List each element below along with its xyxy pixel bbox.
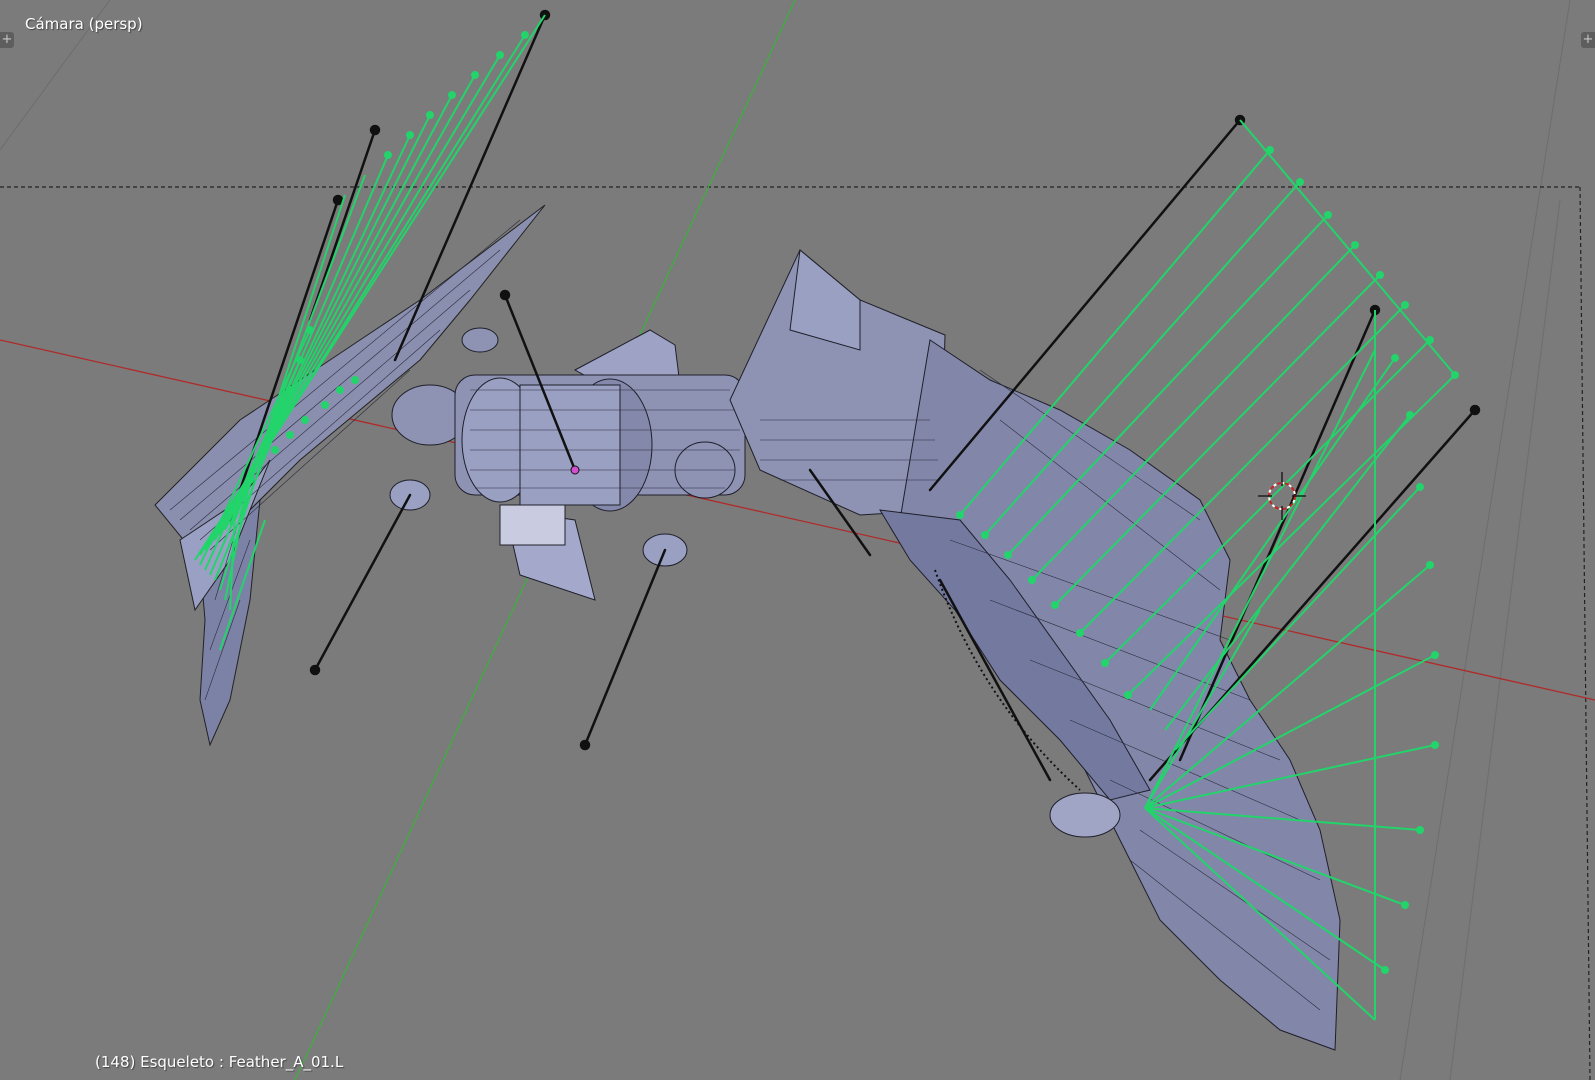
body-mesh[interactable] [389, 327, 746, 601]
plus-icon: + [1582, 32, 1594, 47]
viewport-object-info: (148) Esqueleto : Feather_A_01.L [95, 1053, 344, 1071]
viewport-view-name: Cámara (persp) [25, 15, 143, 33]
3d-cursor-icon[interactable] [1258, 472, 1306, 520]
area-split-plus-icon-left[interactable]: + [0, 32, 14, 48]
area-split-plus-icon-right[interactable]: + [1581, 32, 1595, 48]
plus-icon: + [1, 32, 13, 47]
3d-viewport[interactable]: Cámara (persp) (148) Esqueleto : Feather… [0, 0, 1595, 1080]
object-origin[interactable] [570, 465, 580, 475]
right-wing-mesh[interactable] [729, 249, 1341, 1051]
scene-canvas[interactable] [0, 0, 1595, 1080]
